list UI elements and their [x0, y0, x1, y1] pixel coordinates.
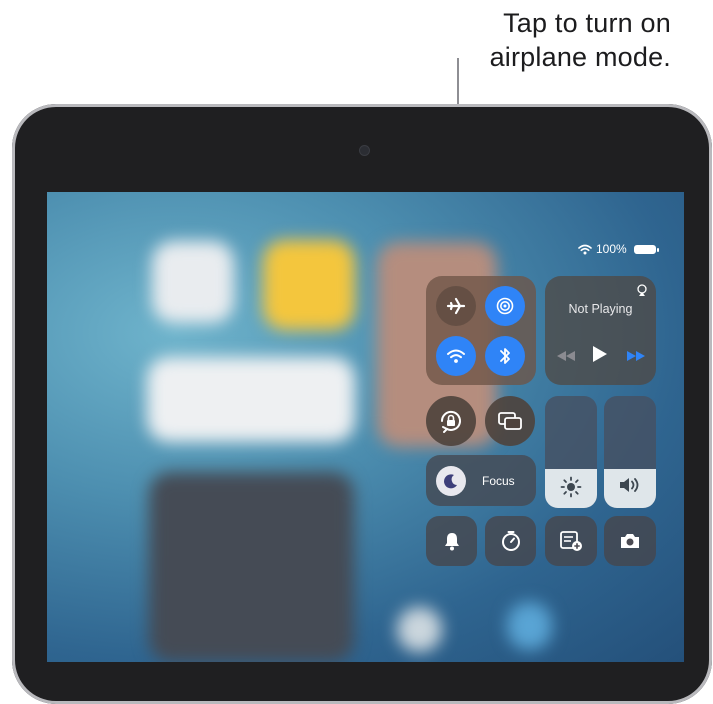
- wifi-button[interactable]: [436, 336, 476, 376]
- blurred-dock-icon: [397, 607, 442, 652]
- speaker-icon: [620, 478, 639, 492]
- note-add-icon: [560, 531, 582, 551]
- play-button[interactable]: [593, 346, 609, 362]
- blurred-calendar-widget: [147, 357, 355, 442]
- battery-percentage: 100%: [596, 242, 627, 256]
- volume-slider[interactable]: [604, 396, 656, 508]
- sun-icon: [560, 476, 582, 498]
- camera-icon: [621, 534, 639, 548]
- airplane-mode-callout: Tap to turn on airplane mode.: [411, 6, 671, 74]
- airplane-mode-button[interactable]: [436, 286, 476, 326]
- airplane-icon: [446, 297, 466, 315]
- now-playing-label: Not Playing: [568, 302, 633, 316]
- bluetooth-icon: [500, 348, 510, 364]
- timer-button[interactable]: [485, 516, 536, 566]
- rewind-icon: [557, 351, 575, 361]
- wifi-toggle-icon: [447, 349, 465, 363]
- airplay-icon[interactable]: [636, 284, 648, 296]
- screen-mirroring-icon: [498, 412, 522, 430]
- camera-button[interactable]: [604, 516, 656, 566]
- now-playing-module[interactable]: Not Playing: [545, 276, 656, 385]
- bell-icon: [444, 533, 459, 551]
- focus-label: Focus: [482, 474, 515, 488]
- blurred-clock-widget: [152, 241, 234, 323]
- wifi-icon: [578, 244, 592, 254]
- focus-button[interactable]: Focus: [426, 455, 536, 506]
- screen-mirroring-button[interactable]: [485, 396, 535, 446]
- status-bar: 100%: [578, 242, 659, 256]
- airdrop-icon: [496, 297, 514, 315]
- forward-button[interactable]: [627, 348, 647, 362]
- callout-line-2: airplane mode.: [489, 42, 671, 72]
- timer-icon: [501, 531, 520, 551]
- front-camera: [360, 146, 369, 155]
- rotation-lock-icon: [440, 410, 461, 433]
- forward-icon: [627, 351, 645, 361]
- blurred-calculator-widget: [149, 472, 354, 662]
- blurred-note-widget: [263, 240, 355, 330]
- airdrop-button[interactable]: [485, 286, 525, 326]
- moon-icon: [444, 474, 457, 489]
- rotation-lock-button[interactable]: [426, 396, 476, 446]
- silent-mode-button[interactable]: [426, 516, 477, 566]
- blurred-dock-icon-2: [507, 602, 552, 650]
- bluetooth-button[interactable]: [485, 336, 525, 376]
- callout-line-1: Tap to turn on: [503, 8, 671, 38]
- quick-note-button[interactable]: [545, 516, 597, 566]
- play-icon: [593, 346, 607, 362]
- brightness-slider[interactable]: [545, 396, 597, 508]
- battery-icon: [633, 244, 659, 254]
- moon-icon-wrap: [436, 466, 466, 496]
- rewind-button[interactable]: [557, 348, 577, 362]
